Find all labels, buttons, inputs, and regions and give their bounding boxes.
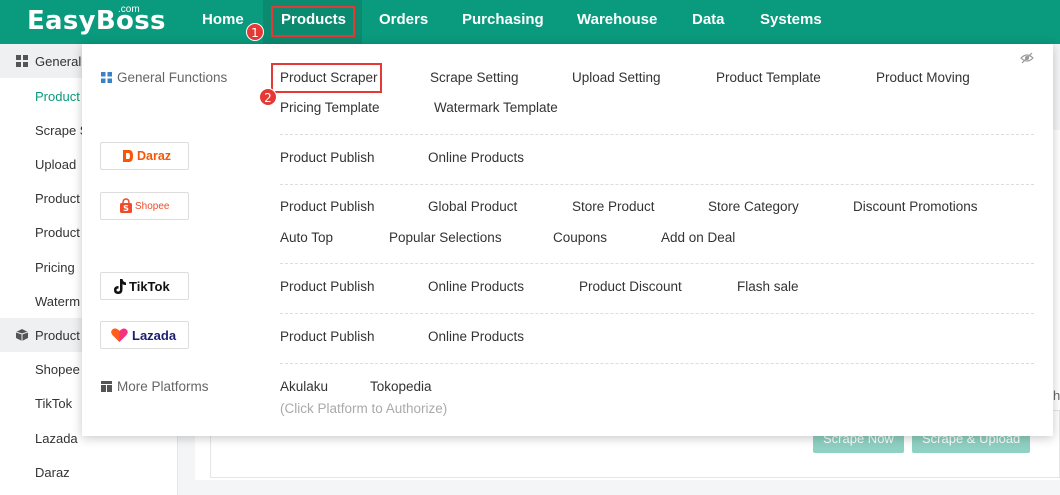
top-nav-bar: EasyBoss .com Home Products Orders Purch…	[0, 0, 1060, 44]
logo[interactable]: EasyBoss	[27, 6, 166, 36]
link-pricing-template[interactable]: Pricing Template	[280, 100, 380, 115]
divider	[280, 184, 1034, 185]
grid-blue-icon	[101, 72, 112, 83]
truncated-text: h	[1053, 388, 1060, 403]
sidebar-item-watermark-template[interactable]: Waterm	[35, 294, 80, 309]
link-shopee-popular-selections[interactable]: Popular Selections	[389, 230, 502, 245]
sidebar-item-product-moving[interactable]: Product	[35, 225, 80, 240]
platform-name: Lazada	[132, 328, 177, 343]
step-badge-1: 1	[246, 23, 264, 41]
step-badge-2: 2	[259, 88, 277, 106]
link-tiktok-online-products[interactable]: Online Products	[428, 279, 524, 294]
link-shopee-coupons[interactable]: Coupons	[553, 230, 607, 245]
link-scrape-setting[interactable]: Scrape Setting	[430, 70, 519, 85]
nav-purchasing[interactable]: Purchasing	[462, 0, 544, 44]
sidebar-item-pricing-template[interactable]: Pricing	[35, 260, 75, 275]
link-shopee-global-product[interactable]: Global Product	[428, 199, 517, 214]
divider	[280, 134, 1034, 135]
nav-orders[interactable]: Orders	[379, 0, 428, 44]
general-functions-label: General Functions	[117, 70, 228, 85]
authorize-hint: (Click Platform to Authorize)	[280, 401, 448, 416]
link-tiktok-product-publish[interactable]: Product Publish	[280, 279, 375, 294]
sidebar-item-upload-setting[interactable]: Upload	[35, 157, 76, 172]
platform-badge-shopee[interactable]: S Shopee	[100, 192, 189, 220]
store-icon	[101, 381, 112, 392]
sidebar-group-label: Product	[35, 328, 80, 343]
sidebar-item-daraz[interactable]: Daraz	[35, 465, 70, 480]
divider	[280, 263, 1034, 264]
cube-icon	[16, 329, 28, 341]
link-akulaku[interactable]: Akulaku	[280, 379, 328, 394]
platform-badge-daraz[interactable]: Daraz	[100, 142, 189, 170]
link-shopee-store-category[interactable]: Store Category	[708, 199, 799, 214]
nav-home[interactable]: Home	[202, 0, 244, 44]
sidebar-item-product-template[interactable]: Product	[35, 191, 80, 206]
sidebar-item-product-scraper[interactable]: Product	[35, 89, 80, 104]
platform-name: Daraz	[137, 149, 172, 163]
tiktok-note-icon	[114, 279, 126, 294]
nav-warehouse[interactable]: Warehouse	[577, 0, 657, 44]
link-tiktok-flash-sale[interactable]: Flash sale	[737, 279, 799, 294]
sidebar-item-lazada[interactable]: Lazada	[35, 431, 78, 446]
shopee-bag-icon: S	[120, 198, 132, 213]
link-lazada-online-products[interactable]: Online Products	[428, 329, 524, 344]
link-lazada-product-publish[interactable]: Product Publish	[280, 329, 375, 344]
product-scraper-highlight-box	[271, 63, 382, 93]
sidebar-item-scrape-setting[interactable]: Scrape S	[35, 123, 88, 138]
link-shopee-store-product[interactable]: Store Product	[572, 199, 655, 214]
eye-hidden-icon[interactable]	[1020, 52, 1034, 64]
divider	[280, 363, 1034, 364]
link-tokopedia[interactable]: Tokopedia	[370, 379, 432, 394]
link-shopee-product-publish[interactable]: Product Publish	[280, 199, 375, 214]
link-upload-setting[interactable]: Upload Setting	[572, 70, 661, 85]
link-daraz-product-publish[interactable]: Product Publish	[280, 150, 375, 165]
sidebar-group-label: General	[35, 54, 82, 69]
more-platforms-label: More Platforms	[117, 379, 209, 394]
sidebar-item-tiktok[interactable]: TikTok	[35, 396, 72, 411]
grid-icon	[16, 55, 28, 67]
platform-name: TikTok	[129, 279, 170, 294]
link-daraz-online-products[interactable]: Online Products	[428, 150, 524, 165]
sidebar-item-shopee[interactable]: Shopee	[35, 362, 80, 377]
link-tiktok-product-discount[interactable]: Product Discount	[579, 279, 682, 294]
link-shopee-discount-promotions[interactable]: Discount Promotions	[853, 199, 978, 214]
platform-name: Shopee	[135, 201, 170, 212]
logo-domain: .com	[118, 4, 140, 15]
daraz-logo-icon	[123, 150, 133, 162]
lazada-heart-icon	[111, 328, 128, 342]
link-product-template[interactable]: Product Template	[716, 70, 821, 85]
svg-text:S: S	[123, 204, 129, 213]
link-watermark-template[interactable]: Watermark Template	[434, 100, 558, 115]
platform-badge-lazada[interactable]: Lazada	[100, 321, 189, 349]
nav-data[interactable]: Data	[692, 0, 725, 44]
link-shopee-auto-top[interactable]: Auto Top	[280, 230, 333, 245]
link-shopee-add-on-deal[interactable]: Add on Deal	[661, 230, 735, 245]
platform-badge-tiktok[interactable]: TikTok	[100, 272, 189, 300]
divider	[280, 313, 1034, 314]
link-product-moving[interactable]: Product Moving	[876, 70, 970, 85]
products-dropdown-menu: General Functions Product Scraper Scrape…	[82, 44, 1053, 436]
nav-systems[interactable]: Systems	[760, 0, 822, 44]
products-highlight-box	[271, 6, 355, 37]
